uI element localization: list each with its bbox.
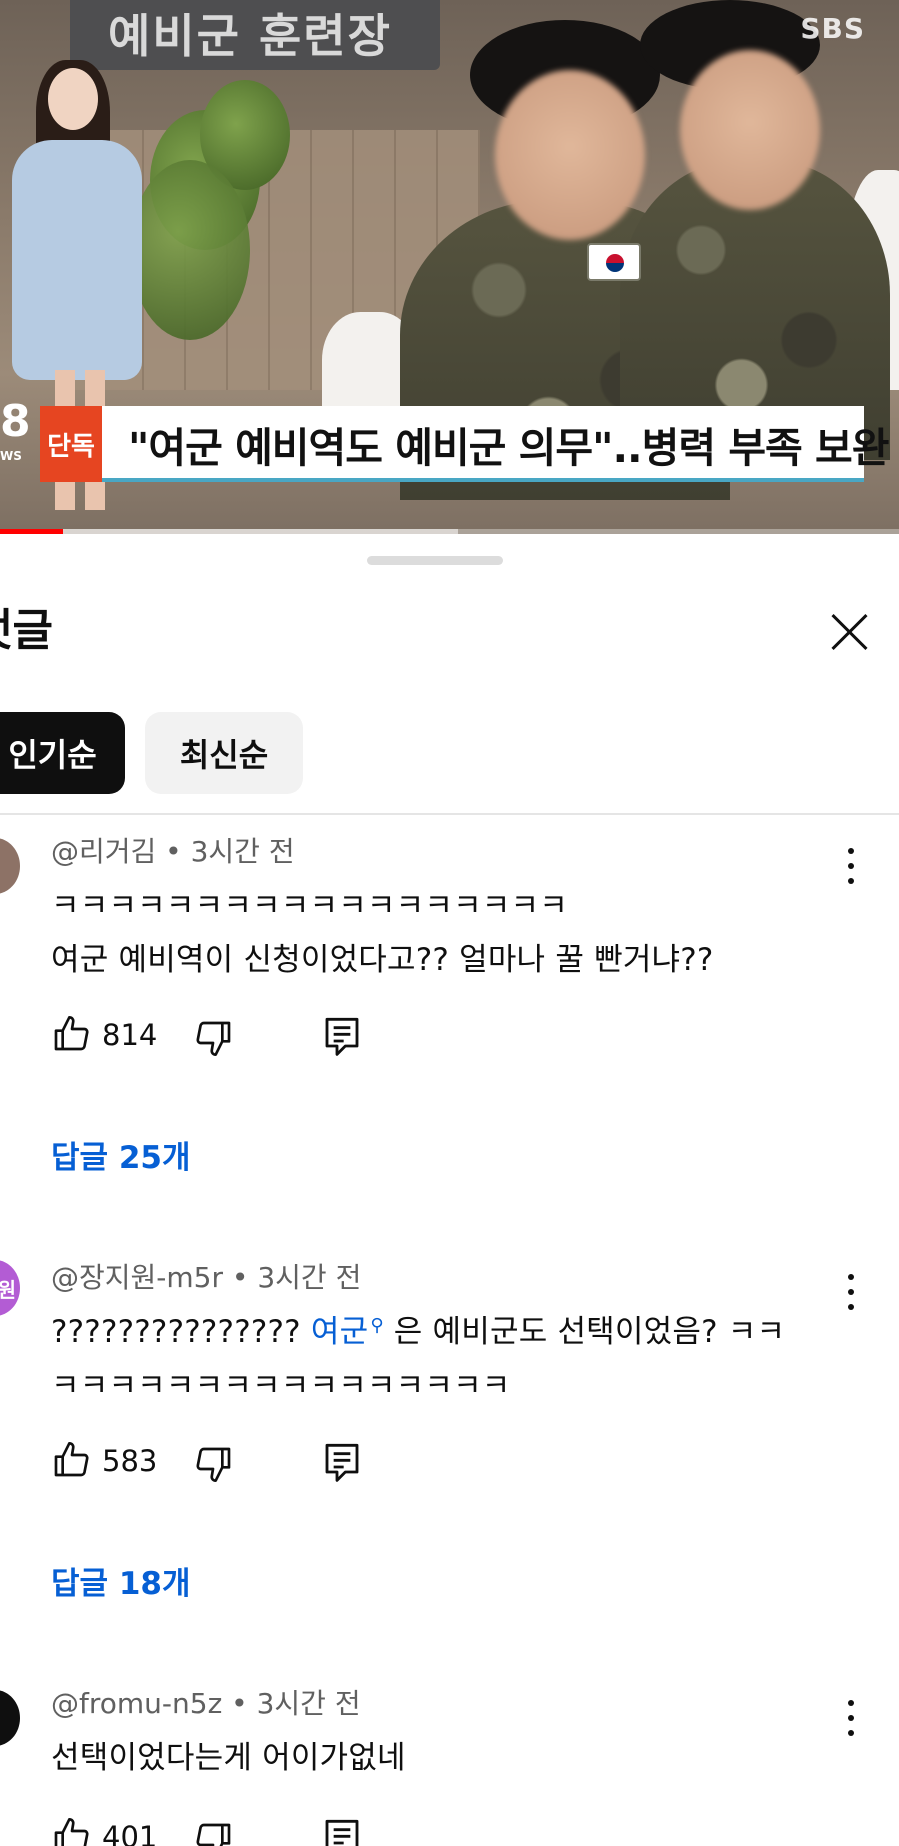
dislike-button[interactable] bbox=[194, 1018, 234, 1058]
comment-meta: @리거김 • 3시간 전 bbox=[51, 835, 295, 868]
comment-meta: @장지원-m5r • 3시간 전 bbox=[51, 1261, 362, 1294]
comment-author[interactable]: @리거김 bbox=[51, 835, 156, 868]
comment-item: 원 @장지원-m5r • 3시간 전 ??????????????? 여군 ⚲ 은… bbox=[0, 1250, 899, 1650]
reply-icon bbox=[325, 1017, 359, 1056]
reply-button[interactable] bbox=[322, 1014, 362, 1058]
comment-item: @fromu-n5z • 3시간 전 선택이었다는게 어이가없네 401 bbox=[0, 1676, 899, 1846]
avatar[interactable] bbox=[0, 1690, 20, 1746]
news-logo-glyph: 8 bbox=[0, 396, 31, 447]
comment-time: 3시간 전 bbox=[190, 835, 295, 868]
avatar[interactable] bbox=[0, 838, 20, 894]
reply-icon bbox=[325, 1819, 359, 1846]
video-player[interactable]: 예비군 훈련장 SBS 8 WS 단독 "여군 예비역도 예비군 의무"..병력… bbox=[0, 0, 899, 534]
thumbs-down-icon bbox=[196, 1021, 231, 1056]
comment-text-suffix: 은 예비군도 선택이었음? ㅋㅋ bbox=[383, 1314, 786, 1350]
dislike-button[interactable] bbox=[194, 1820, 234, 1846]
like-count: 401 bbox=[102, 1820, 158, 1846]
thumbs-down-icon bbox=[196, 1823, 231, 1846]
news-logo-small: WS bbox=[0, 449, 22, 463]
more-options-icon[interactable] bbox=[836, 1270, 866, 1314]
comments-sheet: 댓글 인기순 최신순 @리거김 • 3시간 전 ㅋㅋㅋㅋㅋㅋㅋㅋㅋㅋㅋㅋㅋㅋㅋㅋ… bbox=[0, 534, 899, 1846]
comment-author[interactable]: @장지원-m5r bbox=[51, 1261, 223, 1294]
reply-button[interactable] bbox=[322, 1440, 362, 1484]
comment-text-line: 선택이었다는게 어이가없네 bbox=[51, 1740, 406, 1776]
more-options-icon[interactable] bbox=[836, 1696, 866, 1740]
hashtag-link[interactable]: 여군 ⚲ bbox=[311, 1314, 384, 1350]
comment-text-line: ㅋㅋㅋㅋㅋㅋㅋㅋㅋㅋㅋㅋㅋㅋㅋㅋㅋㅋ bbox=[51, 888, 568, 924]
view-replies-link[interactable]: 답글 18개 bbox=[51, 1558, 191, 1603]
sort-chip-newest[interactable]: 최신순 bbox=[145, 712, 303, 794]
thumbs-up-icon bbox=[54, 1016, 89, 1051]
comment-time: 3시간 전 bbox=[256, 1687, 361, 1720]
more-options-icon[interactable] bbox=[836, 844, 866, 888]
banner-headline: "여군 예비역도 예비군 의무"..병력 부족 보완 bbox=[128, 424, 889, 472]
sheet-title: 댓글 bbox=[0, 605, 53, 656]
comment-meta: @fromu-n5z • 3시간 전 bbox=[51, 1687, 361, 1720]
blurred-face bbox=[680, 50, 820, 210]
reply-icon bbox=[325, 1443, 359, 1482]
comment-text-line: ㅋㅋㅋㅋㅋㅋㅋㅋㅋㅋㅋㅋㅋㅋㅋㅋ bbox=[51, 1368, 511, 1404]
comment-text-prefix: ??????????????? bbox=[51, 1314, 311, 1350]
reply-button[interactable] bbox=[322, 1816, 362, 1846]
view-replies-link[interactable]: 답글 25개 bbox=[51, 1132, 191, 1177]
drag-handle[interactable] bbox=[367, 556, 503, 565]
like-count: 814 bbox=[102, 1018, 158, 1052]
comment-time: 3시간 전 bbox=[257, 1261, 362, 1294]
flag-patch-icon bbox=[587, 243, 641, 281]
dislike-button[interactable] bbox=[194, 1444, 234, 1484]
comment-item: @리거김 • 3시간 전 ㅋㅋㅋㅋㅋㅋㅋㅋㅋㅋㅋㅋㅋㅋㅋㅋㅋㅋ 여군 예비역이 … bbox=[0, 824, 899, 1224]
sheet-divider bbox=[0, 813, 899, 815]
banner-tag: 단독 bbox=[40, 406, 102, 482]
comment-text-line: 여군 예비역이 신청이었다고?? 얼마나 꿀 빤거냐?? bbox=[51, 942, 714, 978]
avatar-initial: 원 bbox=[0, 1277, 16, 1302]
like-button[interactable] bbox=[51, 1440, 91, 1480]
thumbs-down-icon bbox=[196, 1447, 231, 1482]
like-count: 583 bbox=[102, 1444, 158, 1478]
comment-author[interactable]: @fromu-n5z bbox=[51, 1687, 222, 1720]
thumbs-up-icon bbox=[54, 1818, 89, 1846]
sbs-watermark: SBS bbox=[800, 12, 865, 45]
thumbs-up-icon bbox=[54, 1442, 89, 1477]
blurred-face bbox=[495, 70, 645, 240]
avatar[interactable]: 원 bbox=[0, 1260, 20, 1316]
hashtag-text: 여군 bbox=[310, 1314, 369, 1350]
sort-chip-popular[interactable]: 인기순 bbox=[0, 712, 125, 794]
news-logo: 8 WS bbox=[0, 400, 31, 480]
comment-text-line: ??????????????? 여군 ⚲ 은 예비군도 선택이었음? ㅋㅋ bbox=[51, 1306, 785, 1351]
like-button[interactable] bbox=[51, 1816, 91, 1846]
close-icon[interactable] bbox=[822, 604, 878, 660]
search-icon: ⚲ bbox=[370, 1314, 384, 1336]
like-button[interactable] bbox=[51, 1014, 91, 1054]
news-banner: 단독 "여군 예비역도 예비군 의무"..병력 부족 보완 bbox=[40, 406, 889, 482]
